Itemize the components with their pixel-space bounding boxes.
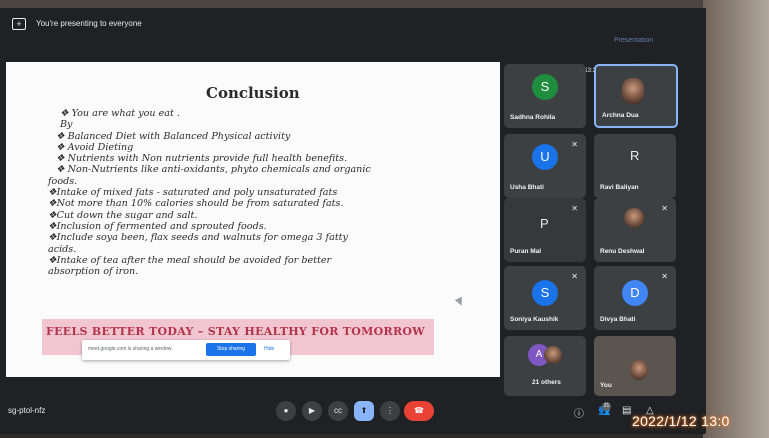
shared-slide: Conclusion ❖ You are what you eat . By ❖… [6,62,500,377]
participant-photo [622,78,644,104]
bullet-line: acids. [48,243,77,255]
presenting-status: You're presenting to everyone [36,19,142,28]
bullet-line: ❖ Nutrients with Non nutrients provide f… [56,153,348,165]
background-wall [703,0,769,438]
participant-name: Usha Bhati [510,184,544,191]
participant-tile[interactable]: R Ravi Baliyan [594,134,676,198]
bullet-line: ❖ Non-Nutrients like anti-oxidants, phyt… [56,164,371,176]
bullet-line: ❖Intake of mixed fats - saturated and po… [48,187,338,199]
bullet-line: foods. [48,175,78,187]
sharing-text: meet.google.com is sharing a window. [88,346,173,352]
bullet-line: ❖Cut down the sugar and salt. [48,209,198,221]
avatar: U [532,144,558,170]
top-bar: + You're presenting to everyone Presenta… [0,8,706,44]
avatar: D [622,280,648,306]
bullet-line: absorption of iron. [48,266,139,278]
mic-off-icon: ✕ [661,204,668,213]
bottom-bar: sg-ptol-nfz ● ▶ cc ⬆ ⋮ ☎ ⓘ 👥 ▤ △ [0,396,706,426]
participant-name: Archna Dua [602,112,639,119]
participant-name: Divya Bhati [600,316,636,323]
participant-tile[interactable]: You [594,336,676,396]
participant-tile[interactable]: ✕ D Divya Bhati [594,266,676,330]
avatar: S [532,74,558,100]
participant-name: You [600,382,612,389]
bullet-line: ❖Intake of tea after the meal should be … [48,254,332,266]
avatar: S [532,280,558,306]
slide-bullets: ❖ You are what you eat . By ❖ Balanced D… [48,108,438,277]
present-now-icon[interactable]: ⬆ [354,401,374,421]
avatar: R [630,148,640,163]
bullet-line: ❖ Balanced Diet with Balanced Physical a… [56,130,291,142]
participant-name: Renu Deshwal [600,248,645,255]
mouse-cursor-icon [454,296,466,308]
bullet-line: By [60,119,73,131]
bullet-line: ❖Not more than 10% calories should be fr… [48,198,344,210]
camera-icon[interactable]: ▶ [302,401,322,421]
bullet-line: ❖ You are what you eat . [60,108,180,119]
presentation-link[interactable]: Presentation [614,37,653,44]
mic-off-icon: ✕ [571,204,578,213]
captions-icon[interactable]: cc [328,401,348,421]
mic-icon[interactable]: ● [276,401,296,421]
sharing-notification-bar: meet.google.com is sharing a window. Sto… [82,340,290,360]
mic-off-icon: ✕ [661,272,668,281]
participant-tile[interactable]: S Sadhna Rohila [504,64,586,128]
bullet-line: ❖ Avoid Dieting [56,141,134,153]
present-to-all-icon: + [12,18,26,30]
slide-title: Conclusion [206,84,300,102]
participant-name: Ravi Baliyan [600,184,639,191]
participant-tile[interactable]: ✕ U Usha Bhati [504,134,586,198]
participant-tile[interactable]: A 21 others [504,336,586,396]
participant-photo [544,346,562,364]
participant-name: Sadhna Rohila [510,114,556,121]
bullet-line: ❖Inclusion of fermented and sprouted foo… [48,220,267,232]
participant-count-badge: 21 [602,402,611,411]
avatar: P [540,216,549,231]
chat-icon[interactable]: ▤ [622,405,631,416]
bullet-line: ❖Include soya been, flax seeds and walnu… [48,232,348,244]
photo-timestamp: 2022/1/12 13:0 [632,413,730,429]
info-icon[interactable]: ⓘ [574,405,584,420]
participant-name: Puran Mal [510,248,542,255]
hang-up-icon[interactable]: ☎ [404,401,434,421]
participant-tile[interactable]: Archna Dua [594,64,678,128]
participant-photo [624,208,644,228]
participant-name: 21 others [532,379,561,386]
mic-off-icon: ✕ [571,272,578,281]
participant-tile[interactable]: ✕ S Soniya Kaushik [504,266,586,330]
participant-tile[interactable]: ✕ Renu Deshwal [594,198,676,262]
stop-sharing-button[interactable]: Stop sharing [206,343,256,356]
participant-tile[interactable]: ✕ P Puran Mal [504,198,586,262]
hide-button[interactable]: Hide [264,346,274,352]
more-options-icon[interactable]: ⋮ [380,401,400,421]
mic-off-icon: ✕ [571,140,578,149]
participant-name: Soniya Kaushik [510,316,559,323]
meeting-code: sg-ptol-nfz [8,406,46,415]
participant-photo [630,360,648,380]
banner-text: FEELS BETTER TODAY – STAY HEALTHY FOR TO… [46,325,425,338]
